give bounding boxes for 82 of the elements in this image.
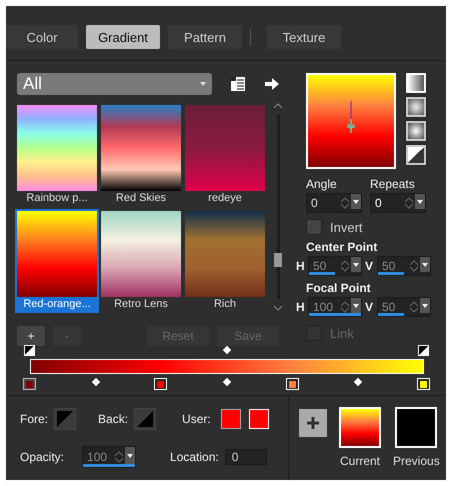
axis-label: V (365, 300, 374, 314)
dropdown-button[interactable] (125, 447, 136, 464)
slider-field[interactable]: 100 (308, 297, 362, 317)
midpoint-handle-icon[interactable] (222, 378, 232, 386)
tab[interactable]: Gradient (86, 25, 160, 49)
tab[interactable]: Color (6, 25, 78, 49)
dropdown-button[interactable] (351, 298, 361, 313)
category-dropdown[interactable]: All (17, 73, 212, 95)
gradient-preset[interactable]: redeye (183, 103, 267, 207)
slider-field[interactable]: 50 (377, 297, 431, 317)
gradient-bar[interactable] (30, 359, 424, 374)
midpoint-handle-icon[interactable] (354, 378, 363, 386)
checkbox-label: Invert (330, 220, 363, 234)
caret-icon (353, 262, 359, 266)
caret-icon (200, 82, 206, 86)
angle-handle-icon[interactable] (346, 101, 356, 135)
spin-arrows-icon[interactable] (408, 301, 420, 313)
scroll-thumb[interactable] (274, 253, 282, 267)
spin-arrows-icon[interactable] (408, 260, 420, 272)
field-label: Repeats (370, 177, 416, 191)
fore-swatch[interactable] (54, 408, 76, 430)
caret-icon (353, 200, 359, 204)
field-label: Back: (98, 412, 128, 426)
add-icon[interactable] (299, 409, 327, 437)
spin-arrows-icon[interactable] (339, 197, 351, 209)
scroll-down-icon[interactable] (274, 306, 282, 311)
spin-arrows-icon[interactable] (339, 301, 351, 313)
caret-icon (127, 454, 134, 458)
axis-label: V (365, 259, 374, 273)
list-icon[interactable] (230, 76, 246, 92)
swatch-label: Current (340, 454, 380, 468)
arrow-icon[interactable] (264, 77, 280, 91)
spin-arrows-icon[interactable] (339, 260, 351, 272)
dropdown-button[interactable] (420, 298, 430, 313)
dropdown-button[interactable] (351, 257, 361, 272)
field-label: Fore: (20, 412, 48, 426)
previous-swatch[interactable] (395, 407, 438, 448)
gradient-preset[interactable]: Retro Lens (99, 209, 183, 313)
caret-icon (417, 200, 423, 204)
gradient-preset[interactable]: Rich (183, 209, 267, 313)
color-stop-icon[interactable] (23, 378, 36, 390)
swatch-label: Previous (393, 454, 440, 468)
axis-label: H (296, 259, 305, 273)
opacity-field[interactable]: 100 (82, 446, 136, 468)
checkbox-label: Link (330, 326, 354, 340)
dropdown-button[interactable] (351, 194, 361, 209)
current-swatch (339, 407, 381, 448)
field-label: Location: (170, 450, 219, 464)
scrollbar[interactable] (273, 103, 283, 311)
gradient-preset[interactable]: Red Skies (99, 103, 183, 207)
caret-icon (422, 304, 428, 308)
checkbox[interactable] (306, 219, 322, 235)
scroll-up-icon[interactable] (274, 103, 282, 108)
gradient-style-icon[interactable] (406, 121, 426, 141)
tab[interactable]: Pattern (168, 25, 242, 49)
location-field[interactable]: 0 (224, 449, 267, 465)
midpoint-handle-icon[interactable] (91, 378, 100, 386)
opacity-stop-icon[interactable] (418, 345, 429, 356)
back-swatch[interactable] (134, 408, 156, 430)
gradient-style-icon[interactable] (406, 145, 426, 165)
field-label: Opacity: (20, 450, 64, 464)
angle-field[interactable]: 0 (306, 193, 362, 213)
caret-icon (422, 262, 428, 266)
section-label: Center Point (306, 240, 378, 254)
preset-button[interactable]: + (17, 326, 45, 346)
gradient-preview[interactable] (306, 73, 396, 169)
caret-icon (353, 304, 359, 308)
gradient-preset[interactable]: Red-orange... (15, 209, 99, 313)
user-color-swatch[interactable] (220, 409, 241, 429)
field-label: Angle (306, 177, 338, 191)
opacity-stop-icon[interactable] (24, 345, 35, 356)
field-label: User: (182, 412, 211, 426)
repeats-field[interactable]: 0 (370, 193, 426, 213)
dropdown-button[interactable] (420, 257, 430, 272)
axis-label: H (296, 300, 305, 314)
slider-field[interactable]: 50 (308, 256, 362, 276)
spin-arrows-icon[interactable] (403, 197, 415, 209)
slider-field[interactable]: 50 (377, 256, 431, 276)
tab[interactable]: Texture (267, 25, 341, 49)
dropdown-button[interactable] (415, 194, 425, 209)
gradient-preset[interactable]: Rainbow p... (15, 103, 99, 207)
section-label: Focal Point (306, 281, 372, 295)
